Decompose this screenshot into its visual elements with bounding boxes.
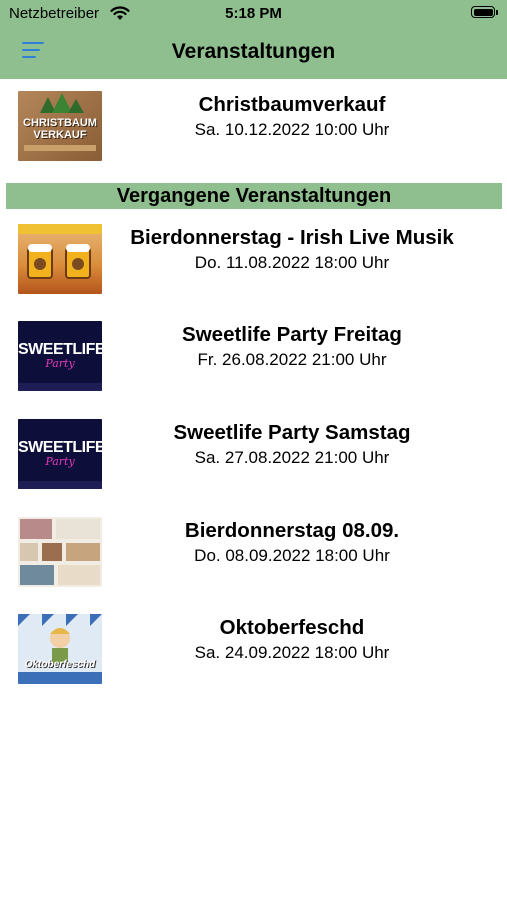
event-row-bierdonnerstag-0809[interactable]: Bierdonnerstag 08.09. Do. 08.09.2022 18:… <box>0 517 507 595</box>
event-thumbnail: CHRISTBAUM VERKAUF <box>18 91 102 161</box>
status-bar: Netzbetreiber 5:18 PM <box>0 0 507 28</box>
thumbnail-strip <box>18 383 102 391</box>
event-date: Sa. 27.08.2022 21:00 Uhr <box>194 448 390 467</box>
event-row-sweetlife-samstag[interactable]: SWEETLIFE Party Sweetlife Party Samstag … <box>0 419 507 497</box>
thumbnail-subtext: Party <box>45 455 75 468</box>
event-row-christbaumverkauf[interactable]: CHRISTBAUM VERKAUF Christbaumverkauf Sa.… <box>0 91 507 169</box>
event-row-sweetlife-freitag[interactable]: SWEETLIFE Party Sweetlife Party Freitag … <box>0 321 507 399</box>
event-date: Sa. 10.12.2022 10:00 Uhr <box>194 120 390 139</box>
beer-mugs-icon <box>18 224 102 279</box>
section-header-past: Vergangene Veranstaltungen <box>6 183 502 209</box>
thumbnail-text: CHRISTBAUM VERKAUF <box>23 117 97 141</box>
event-row-oktoberfeschd[interactable]: Oktoberfeschd Oktoberfeschd Sa. 24.09.20… <box>0 614 507 692</box>
photo-collage-icon <box>20 519 100 585</box>
battery-tip <box>496 10 498 15</box>
event-thumbnail <box>18 517 102 587</box>
event-title: Bierdonnerstag - Irish Live Musik <box>130 226 454 249</box>
thumbnail-band <box>18 672 102 684</box>
event-thumbnail: SWEETLIFE Party <box>18 419 102 489</box>
event-thumbnail: SWEETLIFE Party <box>18 321 102 391</box>
event-thumbnail: Oktoberfeschd <box>18 614 102 684</box>
event-title: Christbaumverkauf <box>198 93 386 116</box>
thumbnail-strip <box>18 481 102 489</box>
event-date: Do. 11.08.2022 18:00 Uhr <box>194 253 390 272</box>
event-row-bierdonnerstag-irish[interactable]: Bierdonnerstag - Irish Live Musik Do. 11… <box>0 224 507 302</box>
clock: 5:18 PM <box>225 5 282 22</box>
event-thumbnail <box>18 224 102 294</box>
event-date: Sa. 24.09.2022 18:00 Uhr <box>194 643 390 662</box>
thumbnail-subtext: Party <box>45 357 75 370</box>
battery-icon <box>471 6 495 18</box>
event-date: Fr. 26.08.2022 21:00 Uhr <box>197 350 387 369</box>
event-title: Sweetlife Party Freitag <box>182 323 402 346</box>
event-title: Sweetlife Party Samstag <box>173 421 411 444</box>
page-title: Veranstaltungen <box>171 40 336 63</box>
event-date: Do. 08.09.2022 18:00 Uhr <box>194 546 390 565</box>
navigation-bar: Netzbetreiber 5:18 PM Veranstaltungen <box>0 0 507 79</box>
event-title: Oktoberfeschd <box>219 616 365 639</box>
thumbnail-text: Oktoberfeschd <box>24 659 96 670</box>
event-title: Bierdonnerstag 08.09. <box>184 519 400 542</box>
